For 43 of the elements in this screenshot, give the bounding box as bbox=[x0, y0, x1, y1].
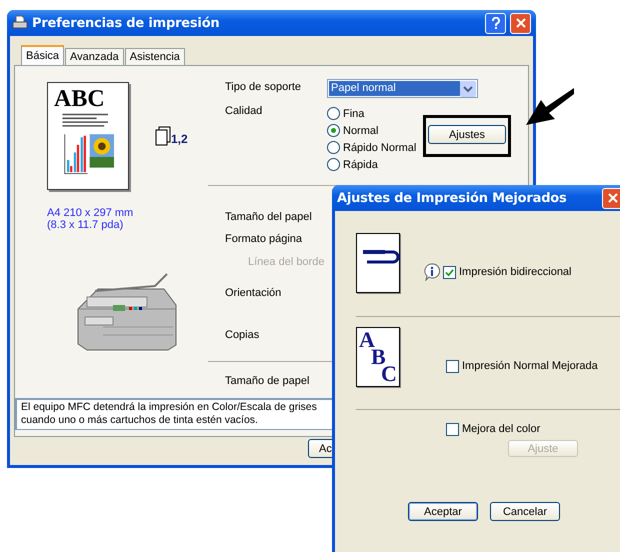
status-message: El equipo MFC detendrá la impresión en Color/Escala de grises bbox=[21, 401, 317, 414]
dialog-button[interactable]: Aceptar bbox=[408, 502, 478, 521]
option-checkbox[interactable]: Impresión Normal Mejorada bbox=[446, 360, 598, 372]
quality-radio[interactable]: Rápida bbox=[327, 156, 423, 173]
printer-icon bbox=[12, 15, 28, 31]
info-icon bbox=[424, 263, 440, 281]
checkmark-icon bbox=[445, 268, 454, 276]
setting-label: Línea del borde bbox=[248, 256, 324, 270]
dialog-button[interactable]: Cancelar bbox=[490, 502, 560, 521]
letters-illustration: A B C bbox=[356, 327, 400, 387]
copies-indicator: 1,2 bbox=[171, 132, 188, 146]
settings-button[interactable]: Ajustes bbox=[428, 125, 506, 144]
paper-size-label: Tamaño de papel bbox=[225, 375, 310, 389]
setting-label: Copias bbox=[225, 329, 260, 343]
tab[interactable]: Asistencia bbox=[124, 48, 185, 65]
dialog-title: Ajustes de Impresión Mejorados bbox=[337, 190, 567, 206]
tab[interactable]: Avanzada bbox=[65, 48, 124, 65]
paper-size-text: A4 210 x 297 mm bbox=[47, 207, 134, 219]
close-button[interactable] bbox=[510, 12, 531, 34]
quality-radio[interactable]: Rápido Normal bbox=[327, 139, 423, 156]
quality-radio[interactable]: Fina bbox=[327, 105, 423, 122]
close-icon bbox=[516, 18, 526, 28]
quality-radio[interactable]: Normal bbox=[327, 122, 423, 139]
window-title: Preferencias de impresión bbox=[32, 16, 220, 30]
close-icon bbox=[608, 193, 618, 203]
help-icon bbox=[490, 17, 500, 29]
option-checkbox[interactable]: Impresión bidireccional bbox=[443, 266, 572, 278]
media-type-label: Tipo de soporte bbox=[225, 80, 302, 93]
setting-label: Formato página bbox=[225, 233, 302, 247]
media-type-dropdown[interactable]: Papel normal bbox=[327, 79, 478, 98]
preview-heading: ABC bbox=[54, 87, 106, 111]
setting-label: Orientación bbox=[225, 287, 282, 301]
paper-size-text: (8.3 x 11.7 pda) bbox=[47, 219, 124, 231]
status-message: cuando uno o más cartuchos de tinta estén vacíos. bbox=[21, 414, 258, 427]
help-button[interactable] bbox=[485, 12, 506, 34]
return-arrow-illustration bbox=[356, 233, 400, 293]
option-checkbox[interactable]: Mejora del color bbox=[446, 422, 540, 436]
quality-label: Calidad bbox=[225, 105, 264, 119]
setting-label: Tamaño del papel bbox=[225, 211, 312, 225]
pages-icon bbox=[155, 126, 171, 146]
tab[interactable]: Básica bbox=[21, 45, 64, 65]
close-button[interactable] bbox=[602, 188, 620, 208]
pointer-arrow-icon bbox=[524, 85, 576, 127]
